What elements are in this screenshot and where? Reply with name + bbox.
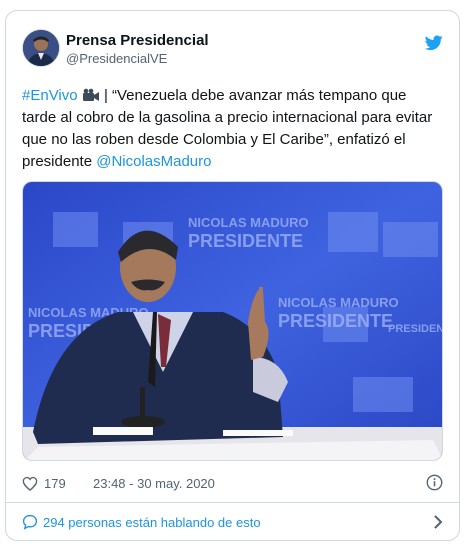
tweet-text: #EnVivo | “Venezuela debe avanzar más te… bbox=[22, 85, 442, 173]
svg-text:PRESIDENTE: PRESIDENTE bbox=[188, 231, 303, 251]
svg-text:PRESIDENTE: PRESIDENTE bbox=[278, 311, 393, 331]
talking-count-label[interactable]: 294 personas están hablando de esto bbox=[43, 515, 261, 530]
video-camera-icon bbox=[82, 88, 99, 101]
speech-bubble-icon bbox=[22, 514, 38, 530]
chevron-right-icon[interactable] bbox=[433, 515, 443, 529]
author-handle[interactable]: @PresidencialVE bbox=[66, 51, 167, 66]
like-count[interactable]: 179 bbox=[44, 476, 66, 491]
mention-link[interactable]: @NicolasMaduro bbox=[96, 153, 211, 170]
tweet-meta: 179 23:48 - 30 may. 2020 bbox=[22, 474, 443, 494]
svg-text:NICOLAS MADURO: NICOLAS MADURO bbox=[278, 295, 399, 310]
heart-icon[interactable] bbox=[22, 476, 38, 491]
author-name[interactable]: Prensa Presidencial bbox=[66, 32, 209, 49]
avatar-image bbox=[23, 30, 59, 66]
conversation-link[interactable]: 294 personas están hablando de esto bbox=[22, 511, 443, 533]
twitter-bird-icon[interactable] bbox=[425, 35, 443, 51]
svg-text:PRESIDENTE: PRESIDENTE bbox=[388, 323, 443, 335]
hashtag-link[interactable]: #EnVivo bbox=[22, 87, 78, 104]
divider bbox=[6, 502, 459, 503]
info-icon[interactable] bbox=[426, 474, 443, 491]
svg-text:NICOLAS MADURO: NICOLAS MADURO bbox=[188, 215, 309, 230]
avatar[interactable] bbox=[22, 29, 60, 67]
tweet-card: Prensa Presidencial @PresidencialVE #EnV… bbox=[5, 10, 460, 541]
timestamp[interactable]: 23:48 - 30 may. 2020 bbox=[93, 476, 215, 491]
photo-image: NICOLAS MADURO PRESIDENTE NICOLAS MADURO… bbox=[23, 182, 443, 460]
tweet-photo[interactable]: NICOLAS MADURO PRESIDENTE NICOLAS MADURO… bbox=[22, 181, 443, 461]
tweet-header: Prensa Presidencial @PresidencialVE bbox=[22, 29, 443, 69]
